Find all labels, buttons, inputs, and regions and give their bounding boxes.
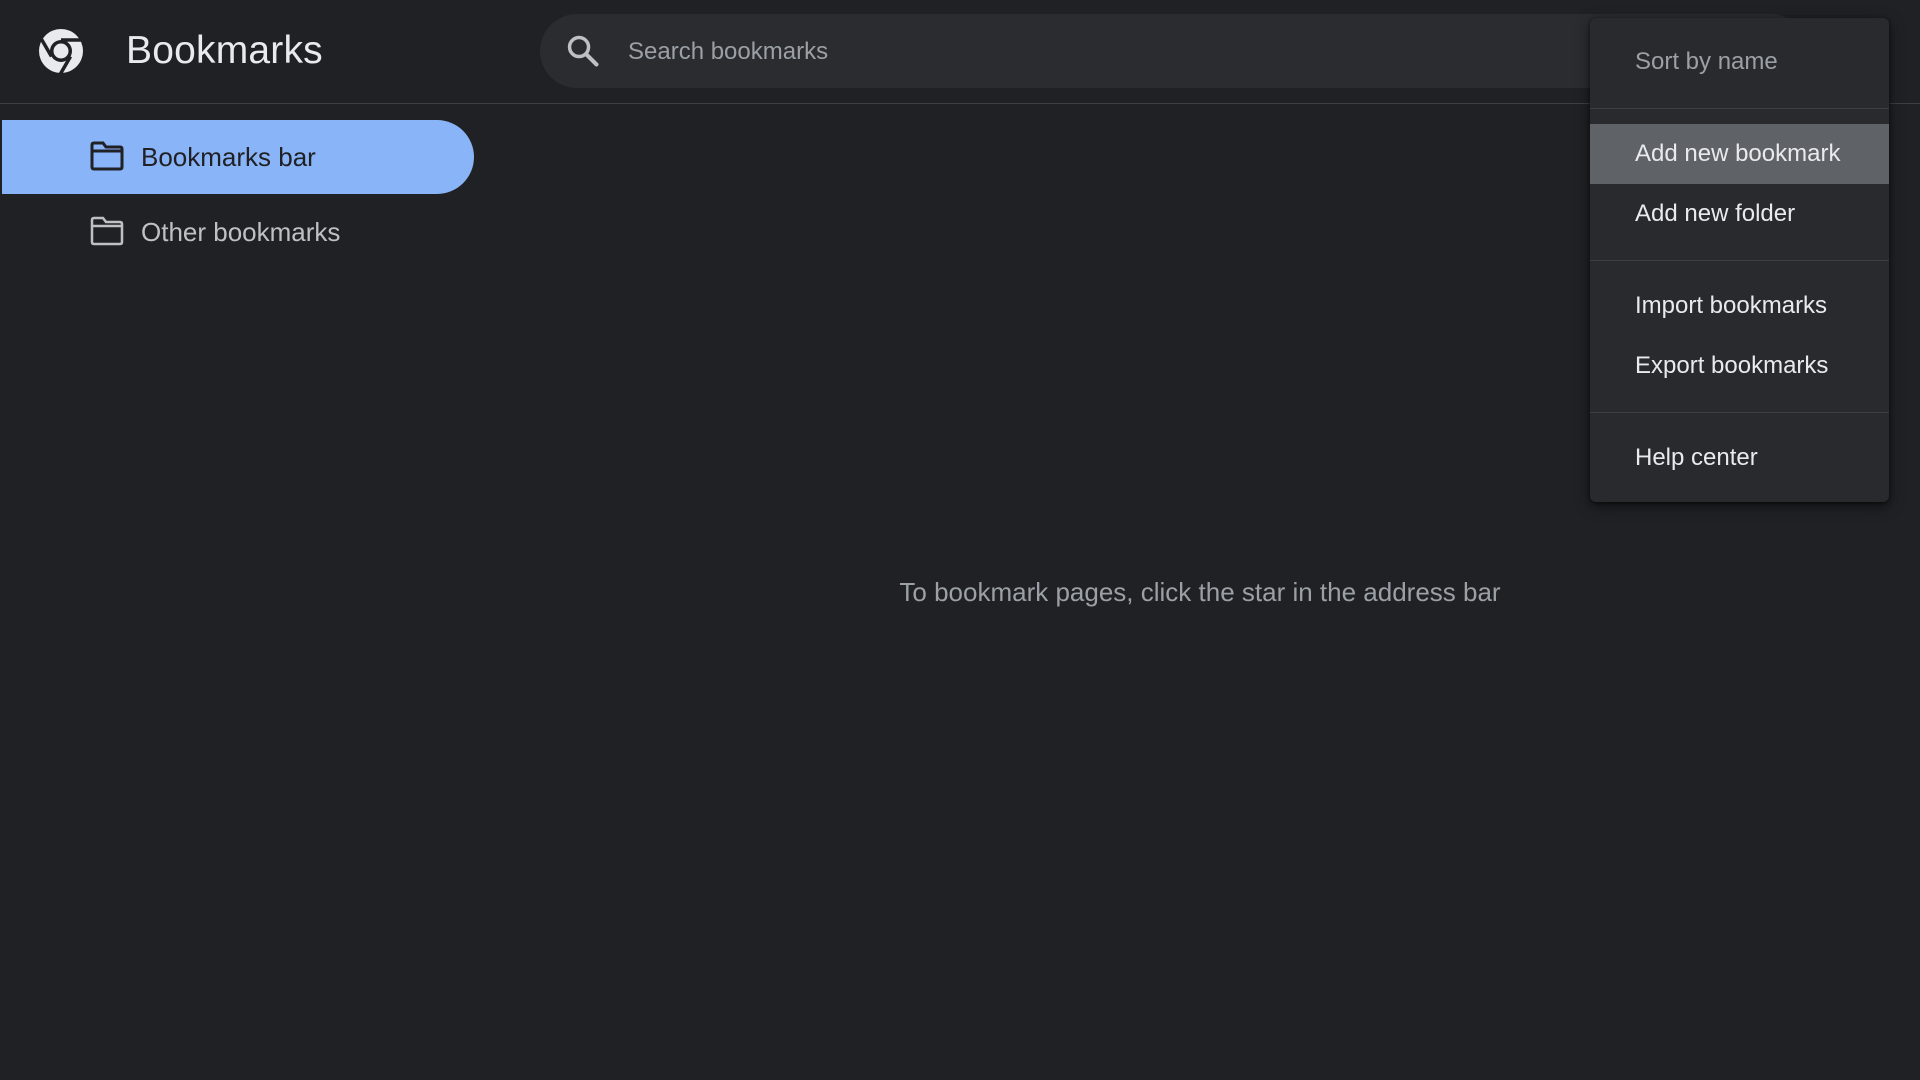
menu-item-add-new-folder[interactable]: Add new folder	[1590, 184, 1889, 244]
sidebar-item-bookmarks-bar[interactable]: Bookmarks bar	[2, 120, 474, 194]
search-input[interactable]	[626, 14, 1730, 90]
folder-icon	[90, 141, 124, 171]
search-icon[interactable]	[564, 32, 602, 70]
menu-item-add-new-bookmark[interactable]: Add new bookmark	[1590, 124, 1889, 184]
organize-menu: Sort by name Add new bookmark Add new fo…	[1590, 18, 1889, 502]
menu-separator	[1590, 260, 1889, 261]
sidebar-item-other-bookmarks[interactable]: Other bookmarks	[2, 195, 474, 269]
menu-item-import-bookmarks[interactable]: Import bookmarks	[1590, 276, 1889, 336]
folder-tree: Bookmarks bar Other bookmarks	[0, 104, 480, 1080]
menu-item-export-bookmarks[interactable]: Export bookmarks	[1590, 336, 1889, 396]
menu-item-help-center[interactable]: Help center	[1590, 428, 1889, 488]
sidebar-item-label: Other bookmarks	[141, 217, 341, 247]
empty-list-message: To bookmark pages, click the star in the…	[899, 577, 1501, 607]
sidebar-item-label: Bookmarks bar	[141, 142, 316, 172]
bookmarks-manager: Bookmarks Bookmarks bar Other bookmarks …	[0, 0, 1920, 1080]
page-title: Bookmarks	[126, 29, 323, 72]
menu-item-sort-by-name[interactable]: Sort by name	[1590, 32, 1889, 92]
menu-separator	[1590, 108, 1889, 109]
folder-icon	[90, 216, 124, 246]
menu-separator	[1590, 412, 1889, 413]
chrome-logo-icon	[39, 29, 83, 75]
